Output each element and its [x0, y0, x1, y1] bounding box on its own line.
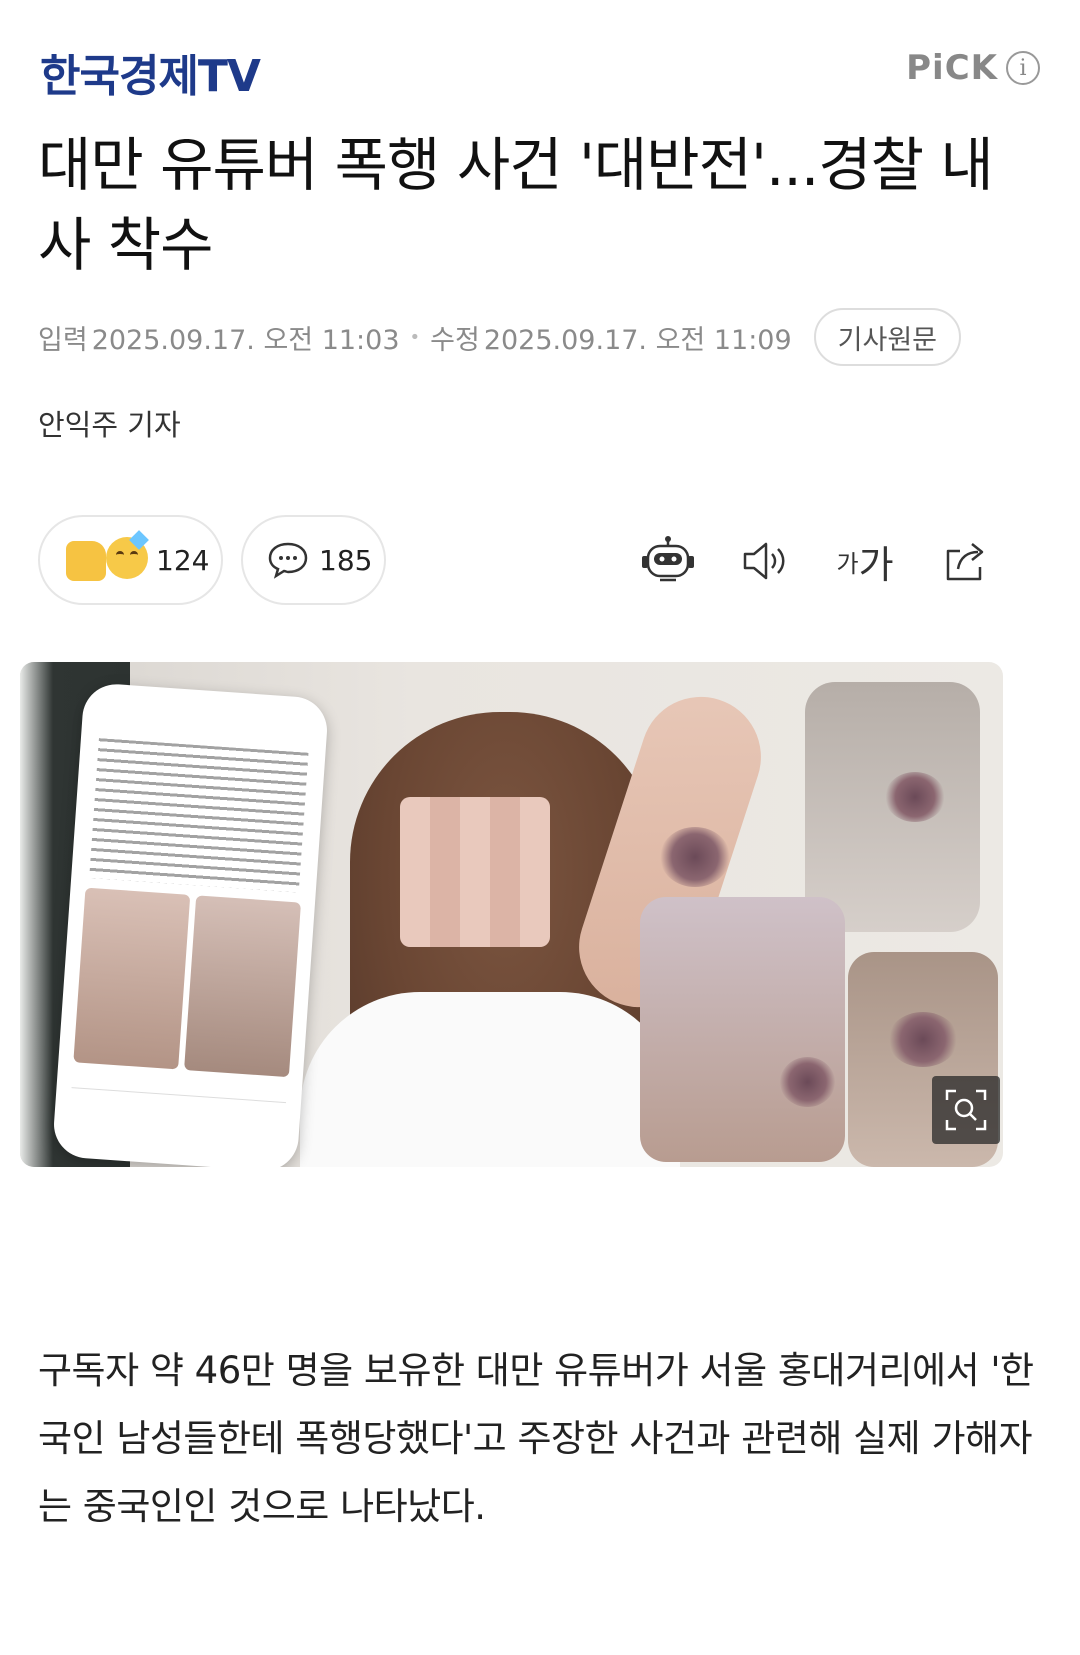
phone-photo-left	[73, 887, 191, 1070]
reaction-emoji-icon	[66, 530, 149, 585]
phone-post-text	[89, 738, 309, 893]
listen-button[interactable]	[738, 533, 792, 589]
original-article-button[interactable]: 기사원문	[813, 308, 962, 366]
photo-bruise	[780, 1057, 835, 1107]
article-actions: 124 185 가 가	[38, 515, 1043, 605]
font-size-icon: 가	[836, 549, 859, 578]
zoom-search-icon	[945, 1089, 987, 1131]
meta-separator: •	[409, 326, 421, 348]
photo-zoom-button[interactable]	[932, 1076, 1000, 1144]
pick-label: PiCK	[906, 48, 998, 88]
comment-button[interactable]: 185	[241, 515, 386, 605]
phone-photo-right	[184, 895, 302, 1078]
photo-blurred-face	[400, 797, 550, 947]
photo-shirt	[300, 992, 680, 1167]
modified-label: 수정	[430, 324, 480, 356]
share-button[interactable]	[938, 533, 992, 589]
article-body: 구독자 약 46만 명을 보유한 대만 유튜버가 서울 홍대거리에서 '한국인 …	[38, 1349, 1034, 1528]
input-label: 입력	[38, 324, 88, 356]
input-time: 2025.09.17. 오전 11:03	[91, 324, 400, 356]
phone-bottom-bar	[68, 1087, 287, 1142]
photo-collage-middle	[640, 897, 845, 1162]
photo-collage-top	[805, 682, 980, 932]
pick-badge[interactable]: PiCK i	[906, 48, 1040, 88]
photo-phone-screenshot	[51, 682, 330, 1167]
font-size-large-glyph: 가	[858, 542, 894, 587]
article-photo[interactable]	[20, 662, 1003, 1167]
robot-summary-icon	[642, 536, 694, 582]
photo-bruise	[888, 1012, 958, 1067]
summary-bot-button[interactable]	[638, 533, 698, 589]
comment-bubble-icon	[268, 542, 308, 579]
font-size-button[interactable]: 가 가	[833, 533, 897, 589]
reporter-name[interactable]: 안익주 기자	[38, 402, 181, 444]
article-meta: 입력 2025.09.17. 오전 11:03 • 수정 2025.09.17.…	[38, 308, 962, 366]
comment-count: 185	[319, 543, 373, 577]
photo-bruise	[660, 827, 730, 887]
share-icon	[946, 543, 984, 581]
header: 한국경제TV PiCK i	[40, 40, 1040, 102]
speaker-icon	[743, 542, 785, 580]
photo-bruise	[885, 772, 945, 822]
reaction-count: 124	[156, 543, 210, 577]
reaction-button[interactable]: 124	[38, 515, 223, 605]
info-icon[interactable]: i	[1006, 51, 1040, 85]
press-logo[interactable]: 한국경제TV	[40, 40, 261, 104]
article-headline: 대만 유튜버 폭행 사건 '대반전'...경찰 내사 착수	[38, 131, 994, 279]
modified-time: 2025.09.17. 오전 11:09	[483, 324, 792, 356]
